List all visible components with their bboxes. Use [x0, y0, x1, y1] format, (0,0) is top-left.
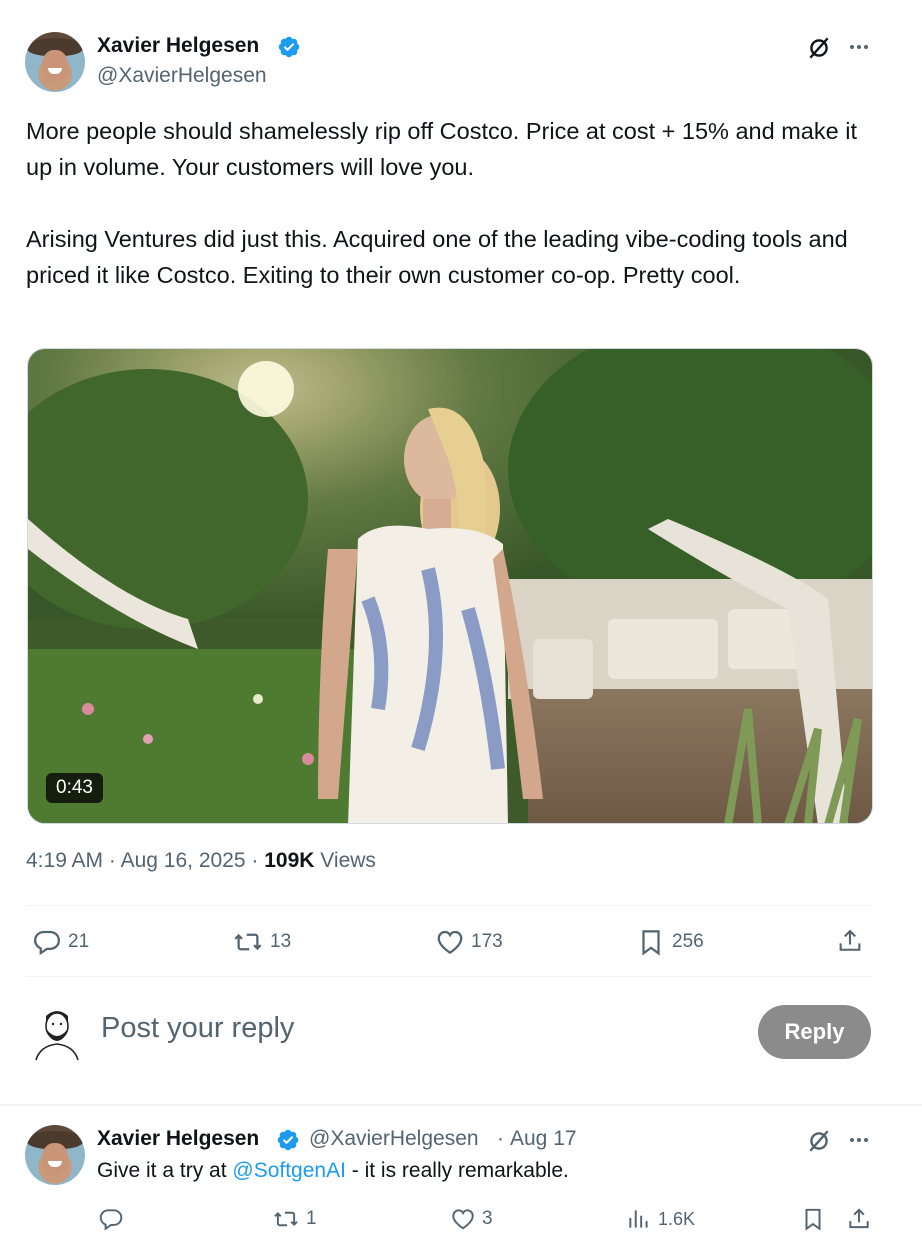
reply-author-name[interactable]: Xavier Helgesen [97, 1127, 259, 1151]
author-avatar[interactable] [25, 32, 85, 92]
reply-input[interactable]: Post your reply [101, 1012, 294, 1045]
bookmark-icon [805, 1208, 821, 1231]
reply-views-button[interactable]: 1.6K [626, 1206, 695, 1232]
reply-like-count: 3 [482, 1208, 493, 1229]
views-label: Views [320, 849, 376, 872]
reply-date[interactable]: Aug 17 [510, 1127, 577, 1151]
divider [26, 905, 873, 906]
section-divider [0, 1104, 922, 1106]
like-button[interactable]: 173 [435, 927, 503, 957]
reply-author-avatar[interactable] [25, 1125, 85, 1185]
repost-count: 13 [270, 931, 292, 952]
meta-separator: · [108, 849, 116, 872]
reply-submit-button[interactable]: Reply [758, 1005, 871, 1059]
tweet-paragraph-1: More people should shamelessly rip off C… [26, 118, 864, 180]
share-icon [849, 1208, 869, 1229]
reply-count: 21 [68, 931, 90, 952]
repost-icon [274, 1211, 298, 1227]
verified-badge-icon [277, 1129, 299, 1151]
tweet-meta: 4:19 AM · Aug 16, 2025 · 109K Views [26, 849, 376, 873]
reply-views-count: 1.6K [658, 1208, 696, 1229]
tweet-paragraph-2: Arising Ventures did just this. Acquired… [26, 226, 855, 288]
like-count: 173 [471, 931, 503, 952]
like-icon [437, 930, 463, 954]
more-icon[interactable] [845, 1126, 873, 1154]
repost-icon [234, 933, 262, 951]
views-count: 109K [264, 849, 315, 872]
reply-text-before: Give it a try at [97, 1159, 233, 1182]
reply-like-button[interactable]: 3 [450, 1206, 493, 1232]
views-icon [629, 1210, 648, 1228]
meta-separator: · [251, 849, 259, 872]
repost-button[interactable]: 13 [232, 927, 291, 957]
tweet-time[interactable]: 4:19 AM [26, 849, 103, 872]
reply-icon [33, 930, 61, 956]
bookmark-count: 256 [672, 931, 704, 952]
share-icon [839, 929, 861, 951]
verified-badge-icon [278, 36, 300, 58]
video-thumbnail [28, 349, 872, 823]
grok-icon[interactable] [804, 33, 834, 63]
grok-icon[interactable] [804, 1126, 834, 1156]
author-handle[interactable]: @XavierHelgesen [97, 64, 267, 88]
video-player[interactable] [27, 348, 873, 824]
reply-author-handle[interactable]: @XavierHelgesen [309, 1127, 479, 1151]
reply-button[interactable]: 21 [32, 927, 89, 957]
reply-reply-button[interactable] [98, 1206, 130, 1232]
reply-icon [99, 1209, 123, 1231]
author-name[interactable]: Xavier Helgesen [97, 34, 259, 58]
reply-separator: · [497, 1127, 504, 1150]
more-icon[interactable] [845, 33, 873, 61]
share-button[interactable] [834, 925, 866, 957]
bookmark-icon [642, 930, 660, 956]
reply-repost-button[interactable]: 1 [272, 1206, 317, 1232]
reply-repost-count: 1 [306, 1208, 317, 1229]
tweet-text: More people should shamelessly rip off C… [26, 113, 886, 293]
like-icon [452, 1209, 474, 1230]
reply-text-after: - it is really remarkable. [345, 1159, 569, 1182]
reply-share-button[interactable] [845, 1205, 873, 1233]
video-duration-badge: 0:43 [46, 773, 103, 803]
reply-text: Give it a try at @SoftgenAI - it is real… [97, 1159, 569, 1183]
mention-link[interactable]: @SoftgenAI [232, 1159, 346, 1182]
tweet-date[interactable]: Aug 16, 2025 [121, 849, 246, 872]
reply-bookmark-button[interactable] [799, 1205, 827, 1233]
divider [26, 976, 873, 977]
user-avatar[interactable] [28, 1002, 86, 1062]
bookmark-button[interactable]: 256 [636, 927, 704, 957]
